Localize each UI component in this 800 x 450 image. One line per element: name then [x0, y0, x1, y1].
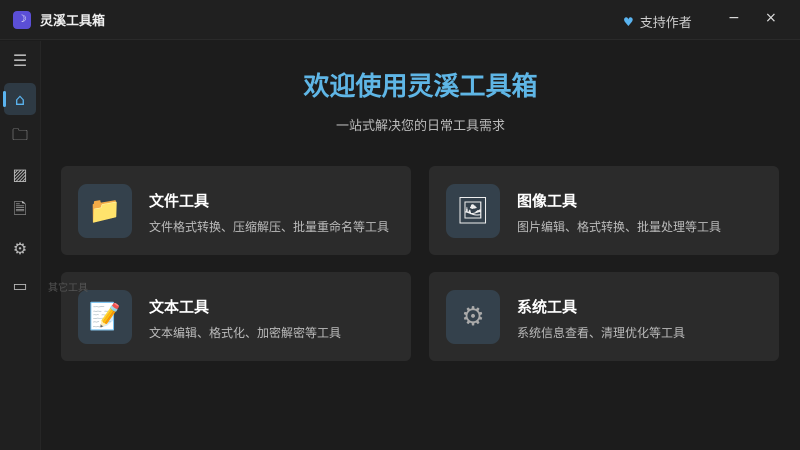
card-description: 系统信息查看、清理优化等工具 [517, 326, 686, 340]
page-subtitle: 一站式解决您的日常工具需求 [335, 119, 505, 134]
card-description: 图片编辑、格式转换、批量处理等工具 [517, 220, 722, 234]
sidebar-tooltip: 其它工具 [48, 283, 88, 294]
home-icon[interactable]: ⌂ [3, 83, 36, 115]
card-description: 文本编辑、格式化、加密解密等工具 [149, 326, 342, 340]
picture-icon: 🖼 [446, 184, 500, 238]
minimize-button[interactable]: − [728, 10, 740, 26]
menu-icon[interactable]: ☰ [4, 44, 36, 76]
support-label: 支持作者 [639, 16, 692, 31]
document-icon[interactable]: 🗎 [4, 195, 36, 227]
app-logo-icon: ☽ [13, 10, 31, 29]
support-author-button[interactable]: ♥ 支持作者 [623, 12, 692, 32]
card-description: 文件格式转换、压缩解压、批量重命名等工具 [149, 220, 390, 234]
card-title: 文件工具 [149, 192, 210, 210]
folder-icon: 📁 [78, 184, 132, 238]
app-title: 灵溪工具箱 [40, 14, 106, 29]
folder-icon[interactable]: 🗀 [4, 121, 36, 153]
card-title: 图像工具 [517, 192, 578, 210]
heart-icon: ♥ [623, 14, 634, 29]
card-image-tools[interactable]: 🖼 图像工具 图片编辑、格式转换、批量处理等工具 [429, 166, 779, 255]
image-icon[interactable]: ▨ [4, 158, 36, 190]
other-tools-icon[interactable]: ▭ [4, 269, 36, 301]
close-button[interactable]: × [765, 10, 777, 26]
memo-icon: 📝 [78, 290, 132, 344]
card-system-tools[interactable]: ⚙ 系统工具 系统信息查看、清理优化等工具 [429, 272, 779, 361]
card-text-tools[interactable]: 📝 文本工具 文本编辑、格式化、加密解密等工具 [61, 272, 411, 361]
title-bar: ☽ 灵溪工具箱 ♥ 支持作者 − × [0, 0, 800, 40]
card-title: 文本工具 [149, 298, 210, 316]
card-title: 系统工具 [517, 298, 578, 316]
sidebar: ☰ ⌂ 🗀 ▨ 🗎 ⚙ ▭ [0, 41, 41, 450]
gear-icon[interactable]: ⚙ [4, 232, 36, 264]
card-file-tools[interactable]: 📁 文件工具 文件格式转换、压缩解压、批量重命名等工具 [61, 166, 411, 255]
page-title: 欢迎使用灵溪工具箱 [303, 72, 538, 102]
gear-icon: ⚙ [446, 290, 500, 344]
